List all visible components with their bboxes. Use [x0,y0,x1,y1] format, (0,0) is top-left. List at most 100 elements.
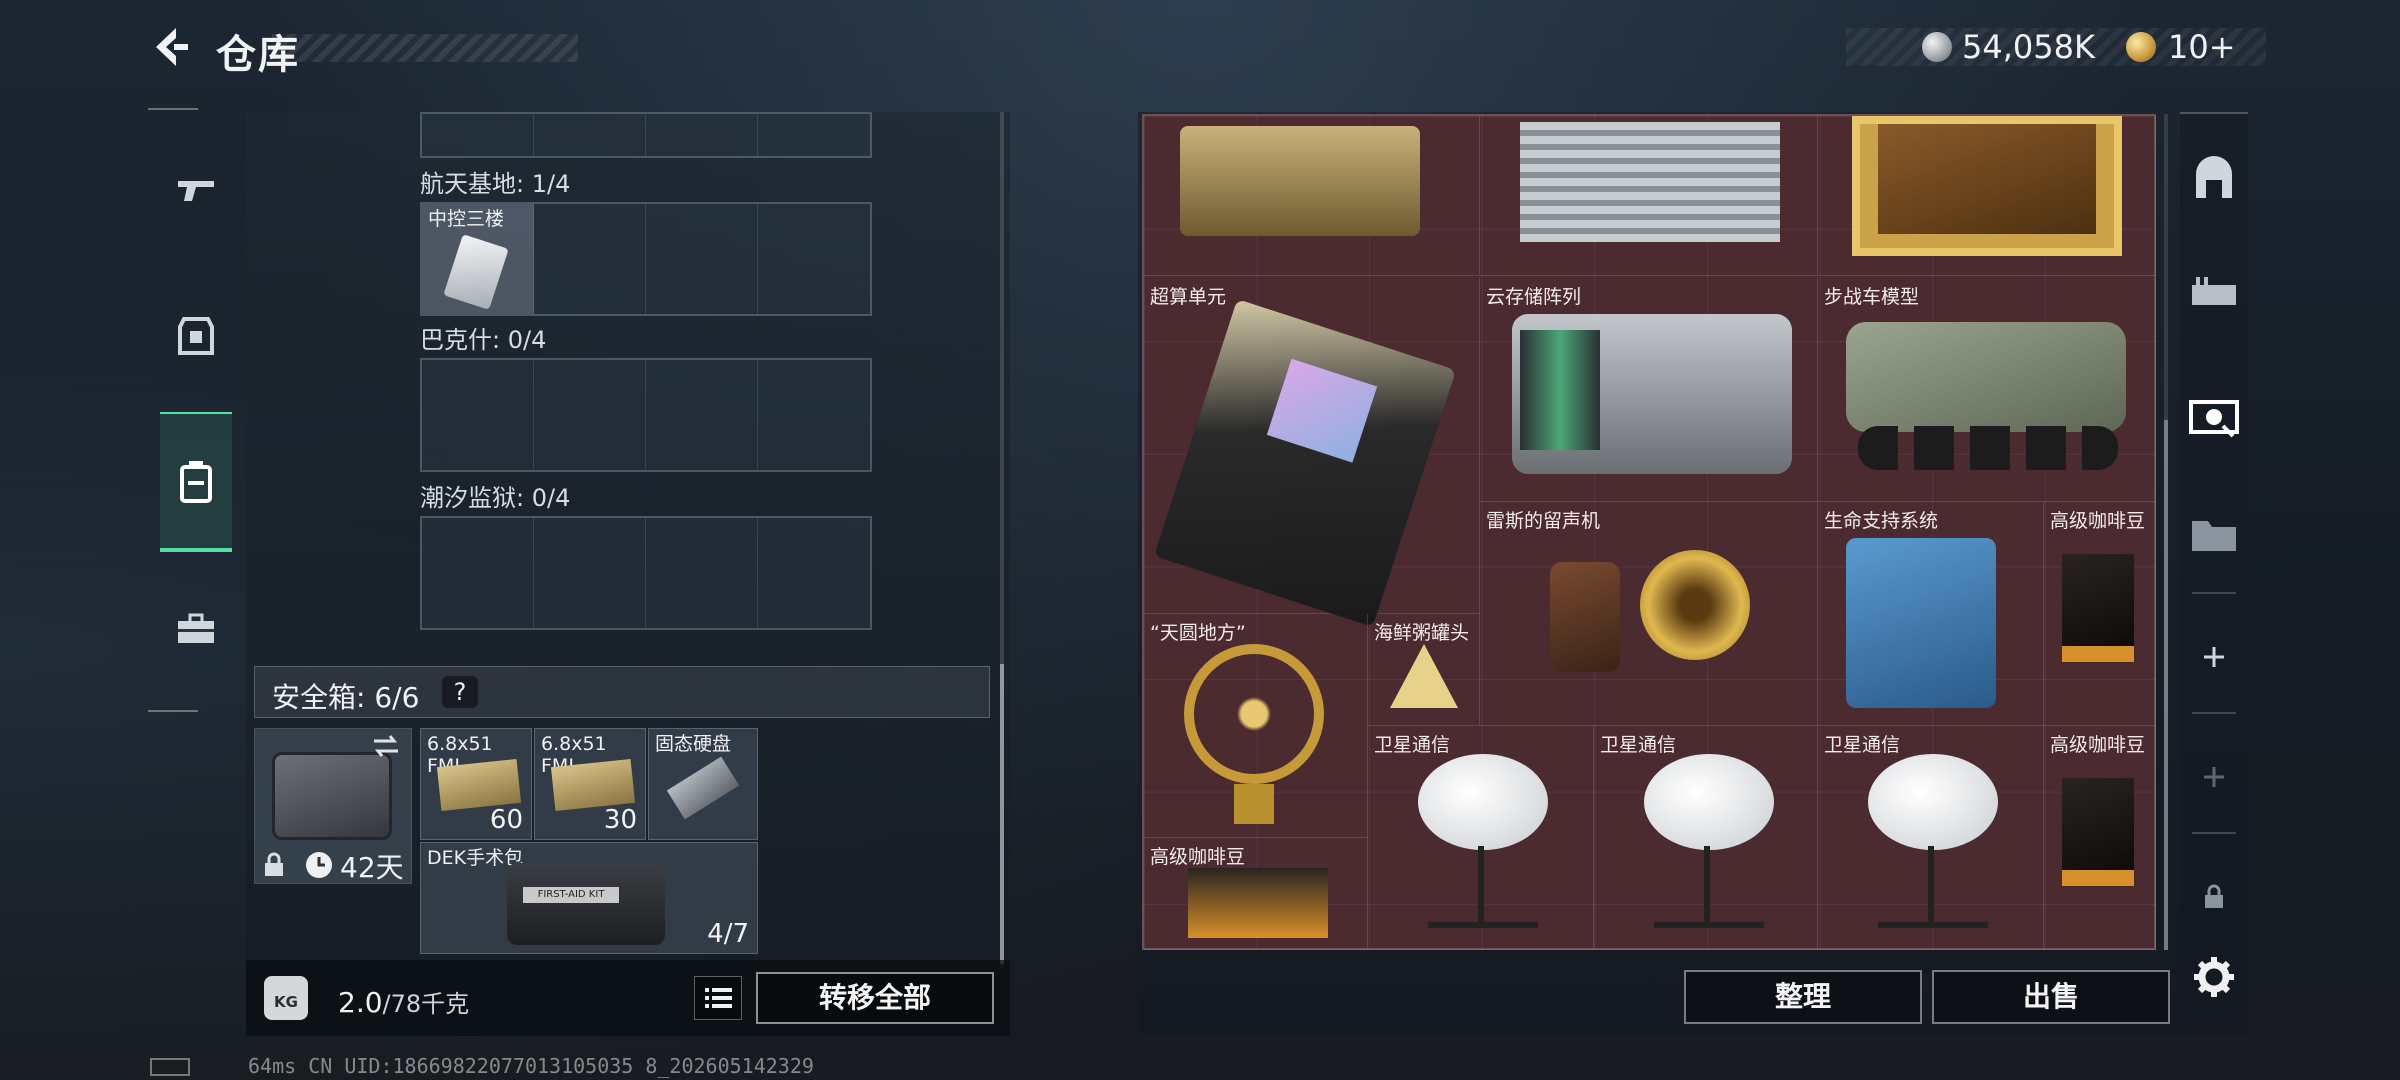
plus-icon [2204,767,2224,787]
item-slot[interactable]: 雷斯的留声机 [1480,502,1818,726]
item-slot[interactable]: 卫星通信 [1368,726,1594,950]
item-grid-row: 中控三楼 [420,202,872,316]
satellite-dish-image [1418,754,1548,850]
item-name: 固态硬盘 [655,733,732,755]
item-name: 超算单元 [1150,286,1227,308]
item-slot[interactable]: 高级咖啡豆 [1144,838,1368,950]
item-slot[interactable]: 中控三楼 [422,204,534,314]
tab-briefcase[interactable] [160,584,232,674]
item-name: 云存储阵列 [1486,286,1582,308]
gold-coin-icon [2126,32,2156,62]
side-tab-gear[interactable] [2180,248,2248,338]
title-decoration [272,34,578,62]
swap-icon[interactable] [370,732,402,760]
item-slot[interactable] [1480,116,1818,276]
scrollbar-thumb[interactable] [1000,664,1004,964]
item-slot[interactable]: 海鲜粥罐头 [1368,614,1480,726]
add-tab-button[interactable] [2180,612,2248,702]
item-count: 4/7 [707,919,749,949]
item-slot[interactable]: 固态硬盘 [648,728,758,840]
currency-gold-value[interactable]: 10+ [2168,28,2236,66]
safe-case-duration: 42天 [340,851,404,884]
item-count: 60 [489,805,523,835]
currency-silver-value: 54,058K [1962,28,2095,66]
weight-max: /78千克 [382,990,470,1018]
item-slot[interactable]: 生命支持系统 [1818,502,2044,726]
ssd-image [666,756,740,820]
item-slot[interactable]: 高级咖啡豆 [2044,502,2156,726]
item-slot[interactable]: 步战车模型 [1818,278,2156,502]
armillary-sphere-image [1184,644,1324,784]
item-name: 高级咖啡豆 [1150,846,1246,868]
tab-armor[interactable] [160,290,232,380]
item-name: 步战车模型 [1824,286,1920,308]
tab-storage[interactable] [160,412,232,552]
folder-icon [2192,521,2236,551]
add-tab-button-disabled [2180,732,2248,822]
item-name: 卫星通信 [1824,734,1901,756]
ammo-box-image [436,758,522,812]
satellite-dish-image [1644,754,1774,850]
item-count: 30 [603,805,637,835]
chest-image [1180,126,1420,236]
first-aid-kit-image: FIRST-AID KIT [507,863,665,945]
coffee-beans-image [1188,868,1328,938]
item-slot[interactable]: 卫星通信 [1818,726,2044,950]
item-slot[interactable]: DEK手术包 FIRST-AID KIT 4/7 [420,842,758,954]
cloud-storage-array-image [1512,314,1792,474]
coffee-beans-image [2062,778,2134,886]
item-name: 卫星通信 [1374,734,1451,756]
help-button[interactable]: ? [442,676,478,708]
item-slot[interactable]: 高级咖啡豆 [2044,726,2156,950]
battery-icon [150,1058,190,1076]
weapon-icon [178,181,214,201]
side-tab-container[interactable] [2180,134,2248,224]
item-grid-partial [420,112,872,158]
item-slot[interactable]: 6.8x51 FMJ 60 [420,728,532,840]
item-slot[interactable]: 卫星通信 [1594,726,1818,950]
scrollbar-thumb[interactable] [2164,420,2168,950]
weight-icon: KG [264,976,308,1020]
weight-current: 2.0 [338,986,383,1019]
item-grid-row [420,516,872,630]
item-name: 生命支持系统 [1824,510,1939,532]
collectibles-icon [2189,400,2239,438]
transfer-all-button[interactable]: 转移全部 [756,972,994,1024]
gramophone-image [1550,562,1620,672]
painting-image [1852,116,2122,256]
item-name: 高级咖啡豆 [2050,734,2146,756]
item-name: 高级咖啡豆 [2050,510,2146,532]
inventory-grid: 超算单元 云存储阵列 步战车模型 雷斯的留声机 生命支持系统 高级咖啡豆 “天圆… [1142,114,2156,950]
list-icon [705,988,732,1008]
briefcase-icon [178,613,214,643]
satellite-dish-image [1868,754,1998,850]
side-tab-folder[interactable] [2180,488,2248,578]
server-rack-image [1520,122,1780,242]
item-name: 雷斯的留声机 [1486,510,1601,532]
side-divider [2192,832,2236,834]
plus-icon [2204,647,2224,667]
organize-button[interactable]: 整理 [1684,970,1922,1024]
list-view-button[interactable] [694,976,742,1020]
side-tab-collectibles[interactable] [2180,370,2248,460]
item-slot[interactable]: 6.8x51 FMJ 30 [534,728,646,840]
ifv-model-image [1846,322,2126,432]
clock-icon [304,850,334,880]
seafood-porridge-can-image [1390,644,1458,708]
lock-icon [262,852,286,878]
item-slot[interactable]: “天圆地方” [1144,614,1368,838]
weight-value: 2.0/78千克 [338,984,469,1019]
item-slot[interactable] [1818,116,2156,276]
section-label: 航天基地: 1/4 [420,170,571,198]
tab-weapons[interactable] [160,144,232,234]
back-arrow-icon[interactable] [146,22,196,72]
supercomputer-unit-image [1153,299,1457,627]
settings-button[interactable] [2180,932,2248,1022]
sell-button[interactable]: 出售 [1932,970,2170,1024]
storage-icon [180,461,212,503]
item-grid-row [420,358,872,472]
item-slot[interactable]: 云存储阵列 [1480,278,1818,502]
item-slot[interactable]: 超算单元 [1144,278,1480,627]
armor-icon [178,317,214,355]
item-slot[interactable] [1144,116,1480,276]
